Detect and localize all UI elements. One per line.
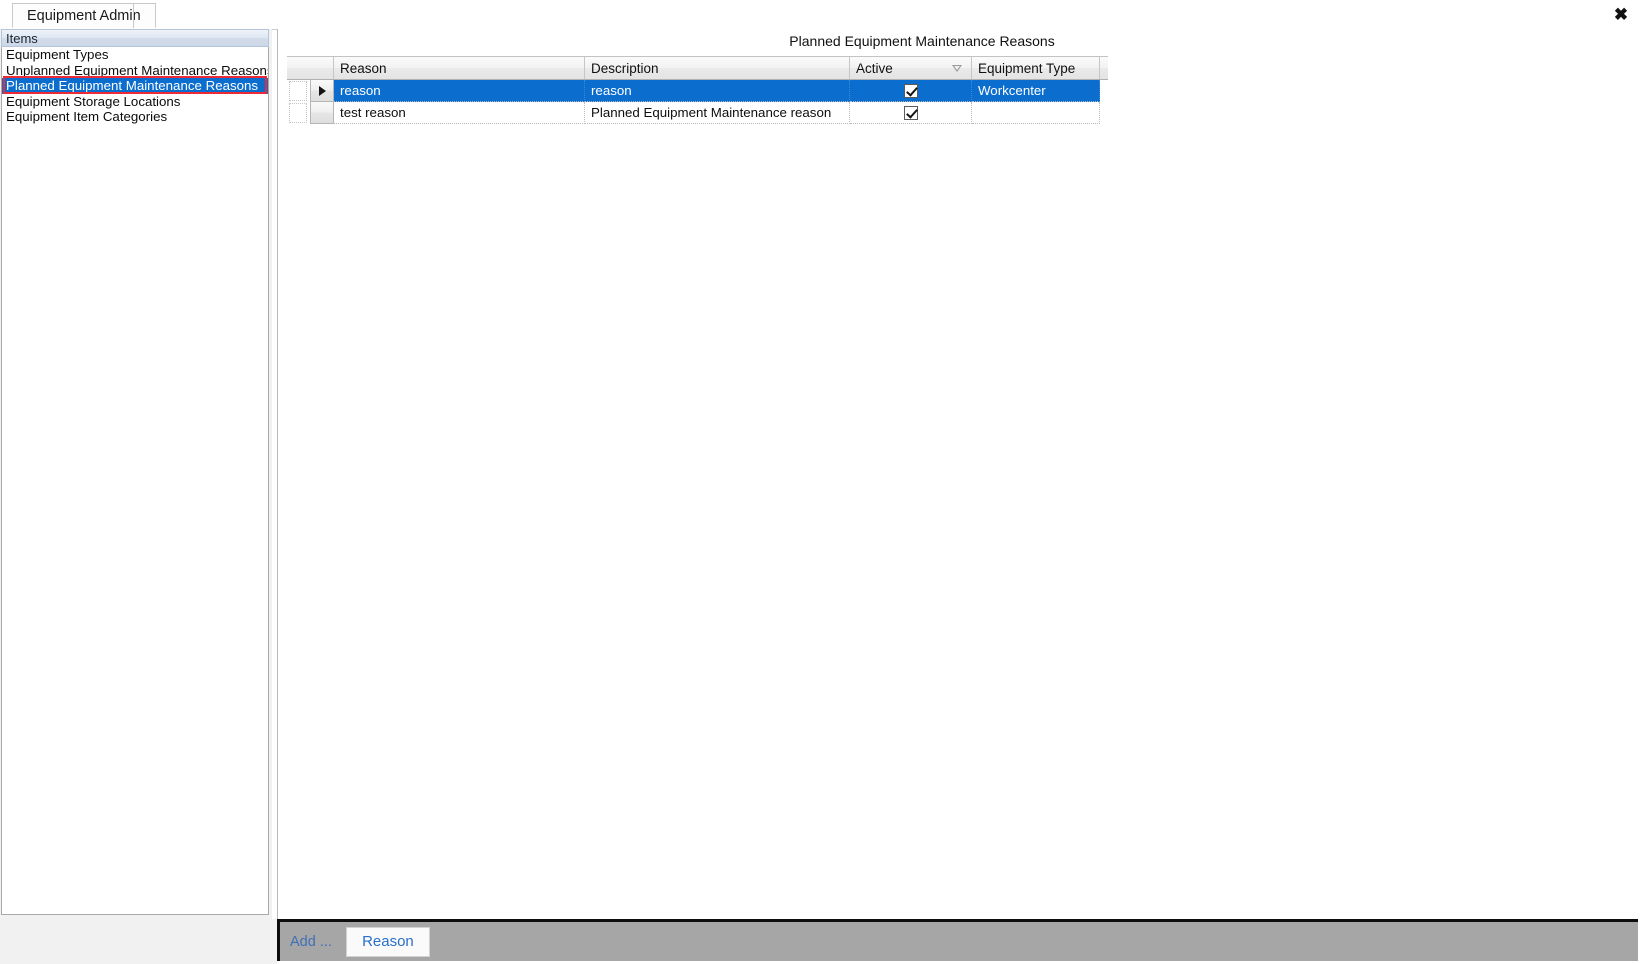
row-drag-handle-icon xyxy=(289,81,307,101)
grid-column-header-active[interactable]: Active xyxy=(850,57,972,79)
grid-column-header-description[interactable]: Description xyxy=(585,57,850,79)
grid-column-header-label: Active xyxy=(856,60,893,76)
cell-description[interactable]: reason xyxy=(585,80,850,102)
sort-descending-icon xyxy=(952,65,962,72)
row-selector-cell[interactable] xyxy=(287,80,334,102)
cell-description[interactable]: Planned Equipment Maintenance reason xyxy=(585,102,850,124)
row-selector-cell[interactable] xyxy=(287,102,334,124)
sidebar-item-equipment-storage-locations[interactable]: Equipment Storage Locations xyxy=(2,94,268,110)
add-label: Add ... xyxy=(290,933,332,950)
add-reason-button[interactable]: Reason xyxy=(345,926,430,957)
grid-column-header-reason[interactable]: Reason xyxy=(334,57,585,79)
sidebar-header-label: Items xyxy=(6,30,38,46)
grid-column-header-label: Reason xyxy=(340,60,387,76)
row-arrow-icon xyxy=(318,85,326,96)
active-checkbox[interactable] xyxy=(903,105,918,120)
cell-reason[interactable]: reason xyxy=(334,80,585,102)
sidebar-item-label: Equipment Storage Locations xyxy=(6,93,181,109)
cell-equipment-type[interactable] xyxy=(972,102,1100,124)
grid-column-header-label: Equipment Type xyxy=(978,60,1076,76)
tab-equipment-admin[interactable]: Equipment Admin xyxy=(12,3,156,28)
table-row[interactable]: test reason Planned Equipment Maintenanc… xyxy=(287,102,1108,124)
grid-column-header-label: Description xyxy=(591,60,659,76)
sidebar-item-unplanned-equipment-maintenance-reasons[interactable]: Unplanned Equipment Maintenance Reasons xyxy=(2,63,268,79)
bottom-action-bar: Add ... Reason xyxy=(277,919,1638,961)
tab-strip-divider xyxy=(133,3,134,28)
grid-column-header-equipment-type[interactable]: Equipment Type xyxy=(972,57,1100,79)
sidebar-item-label: Equipment Types xyxy=(6,47,109,62)
tab-strip: Equipment Admin ✖ xyxy=(0,0,1643,30)
add-reason-button-label: Reason xyxy=(362,933,414,950)
application-window: Equipment Admin ✖ Items Equipment Types … xyxy=(0,0,1643,964)
tab-label: Equipment Admin xyxy=(27,7,141,24)
sidebar-item-label: Planned Equipment Maintenance Reasons xyxy=(6,78,259,94)
grid-column-header-rowselect xyxy=(287,57,334,79)
page-title: Planned Equipment Maintenance Reasons xyxy=(789,33,1055,49)
sidebar-item-list[interactable]: Equipment Types Unplanned Equipment Main… xyxy=(1,47,269,915)
grid-header-row: Reason Description Active Equipment Type xyxy=(287,56,1108,80)
main-content-panel: Planned Equipment Maintenance Reasons Re… xyxy=(277,29,1643,919)
active-checkbox[interactable] xyxy=(903,83,918,98)
cell-active[interactable] xyxy=(850,80,972,102)
sidebar-bottom-filler xyxy=(0,919,277,964)
current-row-indicator[interactable] xyxy=(310,80,334,102)
sidebar-item-equipment-types[interactable]: Equipment Types xyxy=(2,47,268,63)
row-indicator[interactable] xyxy=(310,102,334,124)
row-drag-handle-icon xyxy=(289,103,307,123)
sidebar-item-planned-equipment-maintenance-reasons[interactable]: Planned Equipment Maintenance Reasons xyxy=(2,78,268,94)
close-x-icon[interactable]: ✖ xyxy=(1609,2,1633,26)
data-grid[interactable]: Reason Description Active Equipment Type xyxy=(287,56,1108,124)
cell-reason[interactable]: test reason xyxy=(334,102,585,124)
cell-active[interactable] xyxy=(850,102,972,124)
sidebar-header: Items xyxy=(1,29,269,47)
table-row[interactable]: reason reason Workcenter xyxy=(287,80,1108,102)
sidebar-item-label: Equipment Item Categories xyxy=(6,109,168,125)
sidebar-item-label: Unplanned Equipment Maintenance Reasons xyxy=(6,62,269,78)
sidebar-panel: Items Equipment Types Unplanned Equipmen… xyxy=(0,29,272,919)
sidebar-item-equipment-item-categories[interactable]: Equipment Item Categories xyxy=(2,109,268,125)
cell-equipment-type[interactable]: Workcenter xyxy=(972,80,1100,102)
